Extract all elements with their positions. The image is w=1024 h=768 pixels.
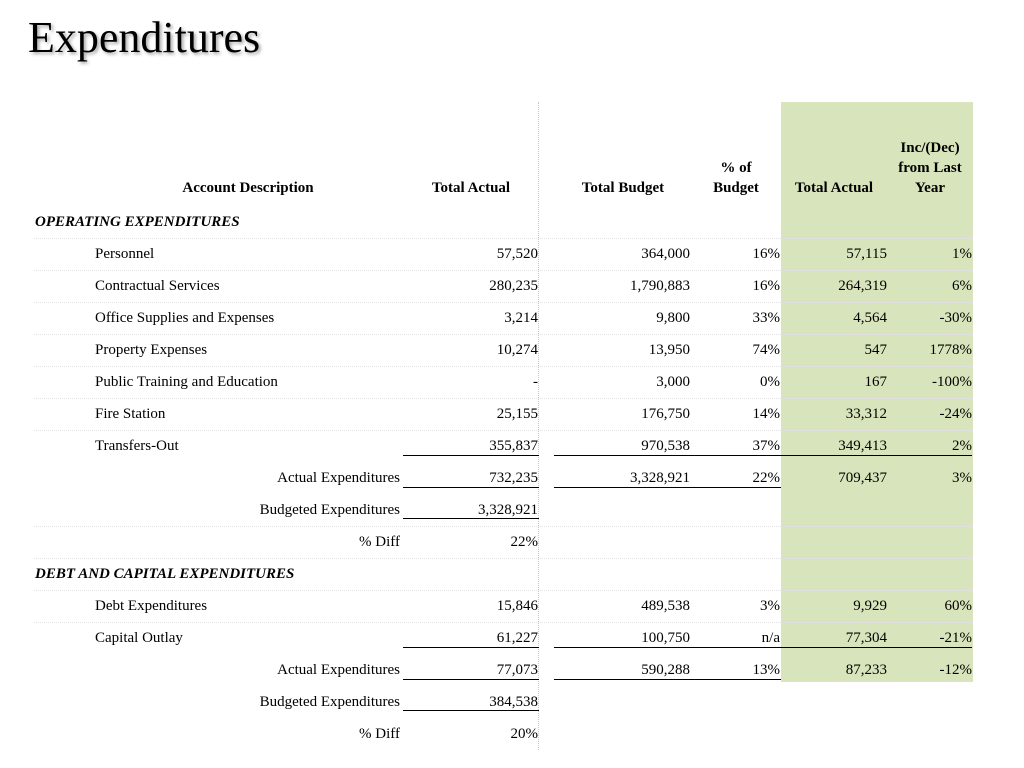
table-row: Contractual Services 280,235 1,790,883 1… bbox=[95, 278, 972, 294]
page-title: Expenditures bbox=[28, 13, 261, 62]
table-row: Transfers-Out 355,837 970,538 37% 349,41… bbox=[95, 438, 972, 454]
total-underline bbox=[403, 647, 539, 648]
totals-row: Actual Expenditures 732,235 3,328,921 22… bbox=[277, 470, 972, 486]
totals-row: Actual Expenditures 77,073 590,288 13% 8… bbox=[277, 662, 972, 678]
total-underline bbox=[403, 710, 539, 711]
budgeted-row: Budgeted Expenditures 384,538 bbox=[259, 694, 538, 710]
header-total-actual: Total Actual bbox=[431, 180, 511, 196]
header-inc-dec: Inc/(Dec) from Last Year bbox=[898, 140, 962, 196]
diff-row: % Diff 20% bbox=[359, 726, 538, 742]
total-underline bbox=[554, 647, 972, 648]
total-underline bbox=[403, 487, 539, 488]
total-underline bbox=[554, 455, 972, 456]
header-pct-of-budget: % of Budget bbox=[713, 160, 759, 196]
budgeted-row: Budgeted Expenditures 3,328,921 bbox=[259, 502, 538, 518]
table-row: Capital Outlay 61,227 100,750 n/a 77,304… bbox=[95, 630, 972, 646]
total-underline bbox=[403, 455, 539, 456]
total-underline bbox=[554, 679, 781, 680]
table-row: Debt Expenditures 15,846 489,538 3% 9,92… bbox=[95, 598, 972, 614]
section-heading-debt: DEBT AND CAPITAL EXPENDITURES bbox=[35, 566, 295, 582]
total-underline bbox=[403, 679, 539, 680]
total-underline bbox=[403, 518, 539, 519]
header-total-budget: Total Budget bbox=[581, 180, 665, 196]
header-prior-total-actual: Total Actual bbox=[794, 180, 874, 196]
total-underline bbox=[554, 487, 781, 488]
table-row: Personnel 57,520 364,000 16% 57,115 1% bbox=[95, 246, 972, 262]
header-account-description: Account Description bbox=[182, 180, 314, 196]
table-row: Public Training and Education - 3,000 0%… bbox=[95, 374, 972, 390]
table-row: Fire Station 25,155 176,750 14% 33,312 -… bbox=[95, 406, 972, 422]
section-heading-operating: OPERATING EXPENDITURES bbox=[35, 214, 240, 230]
table-row: Property Expenses 10,274 13,950 74% 547 … bbox=[95, 342, 972, 358]
table-row: Office Supplies and Expenses 3,214 9,800… bbox=[95, 310, 972, 326]
diff-row: % Diff 22% bbox=[359, 534, 538, 550]
